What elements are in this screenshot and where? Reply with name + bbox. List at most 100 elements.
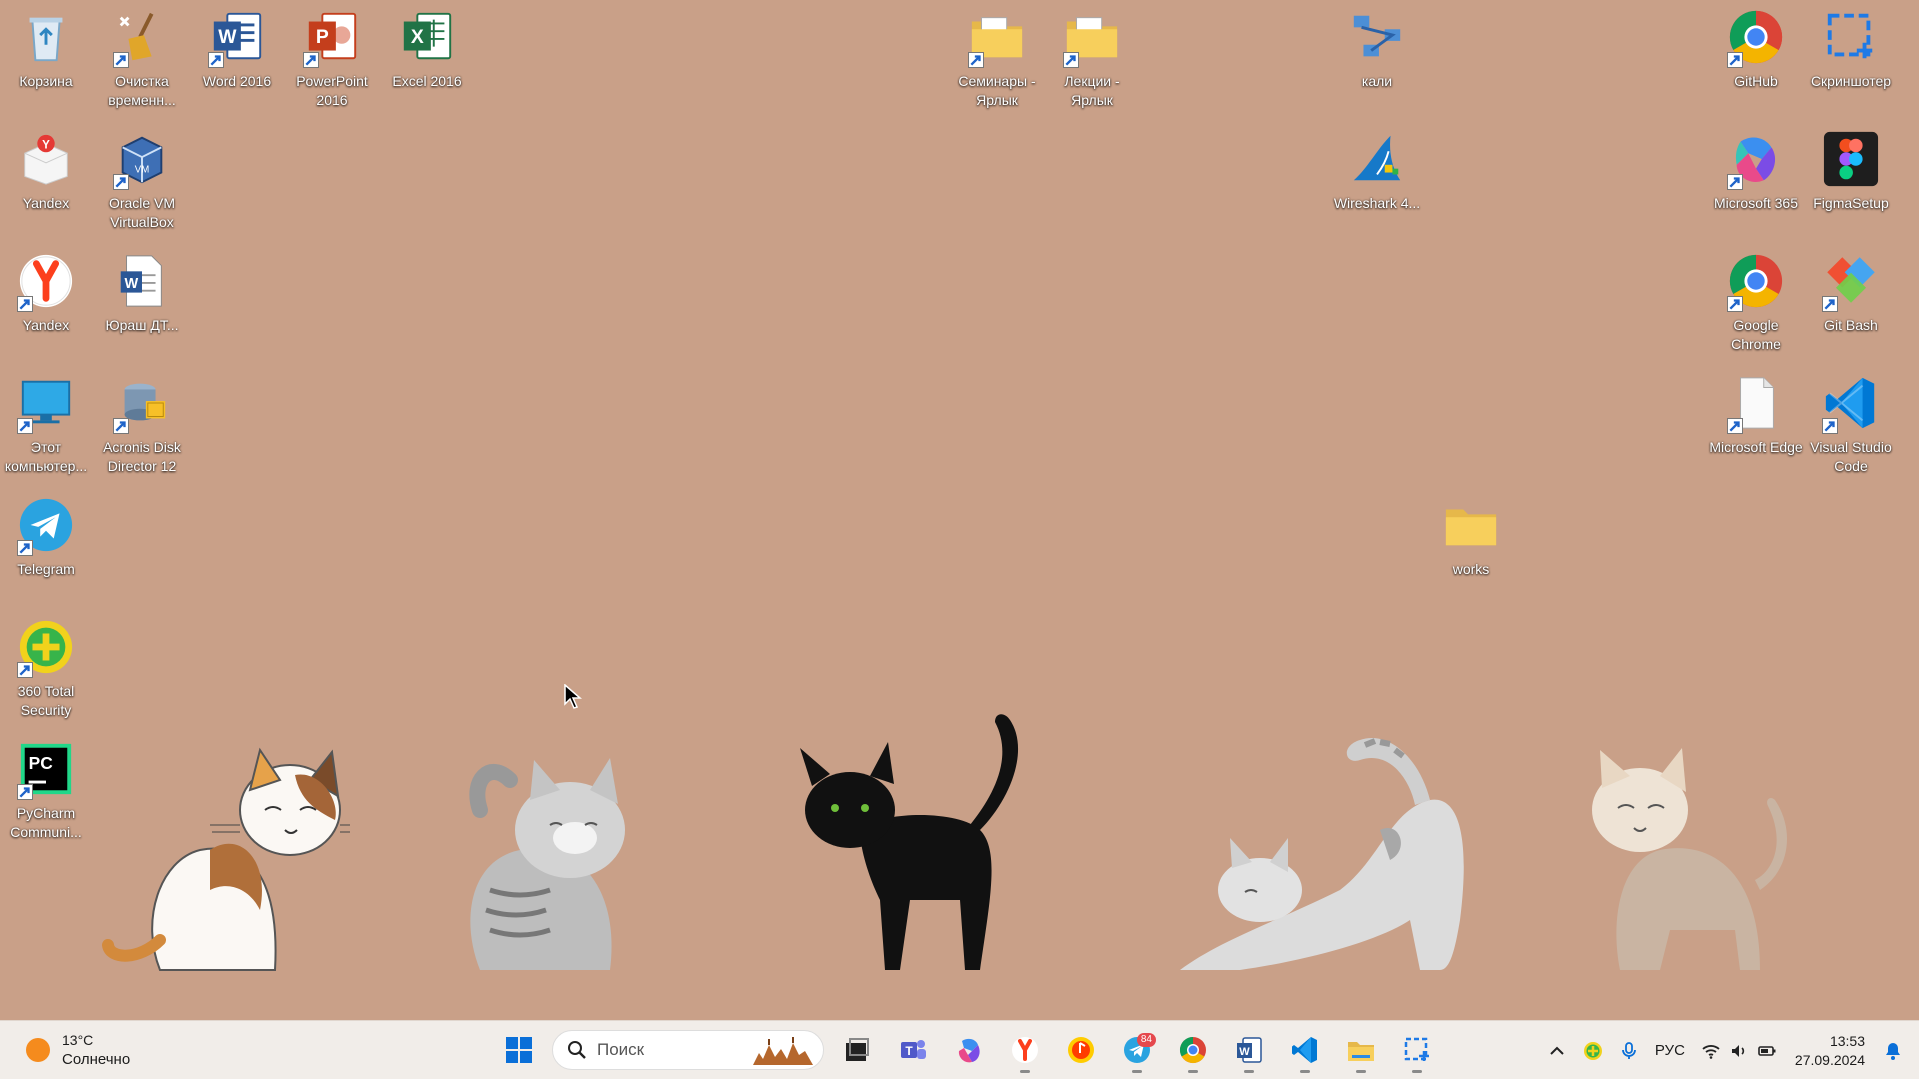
- task-view-icon: [846, 1038, 869, 1061]
- taskbar-copilot[interactable]: [946, 1029, 992, 1071]
- taskbar-yandex-music[interactable]: [1058, 1029, 1104, 1071]
- shortcut-arrow-icon: [1822, 418, 1838, 434]
- desktop-icon-excel[interactable]: X Excel 2016: [381, 6, 473, 118]
- running-indicator: [1132, 1070, 1142, 1073]
- desktop-icon-github[interactable]: GitHub: [1710, 6, 1802, 118]
- clock-date: 27.09.2024: [1794, 1051, 1865, 1068]
- taskbar-clock[interactable]: 13:53 27.09.2024: [1785, 1032, 1875, 1070]
- clock-time: 13:53: [1829, 1032, 1865, 1049]
- desktop-icon-wireshark[interactable]: Wireshark 4...: [1331, 128, 1423, 240]
- desktop-icon-label: Git Bash: [1824, 317, 1878, 333]
- search-highlight-illustration: [753, 1037, 813, 1065]
- wifi-icon: [1702, 1044, 1720, 1059]
- sun-icon: [26, 1038, 50, 1062]
- shortcut-arrow-icon: [968, 52, 984, 68]
- taskbar-yandex[interactable]: [1002, 1029, 1048, 1073]
- broom-icon: [111, 6, 173, 68]
- start-button[interactable]: [496, 1029, 542, 1071]
- running-indicator: [1300, 1070, 1310, 1073]
- shortcut-arrow-icon: [1822, 296, 1838, 312]
- system-tray: РУС 13:53 27.09.2024: [1539, 1021, 1919, 1079]
- word-icon: W: [206, 6, 268, 68]
- vscode-icon: [1292, 1037, 1317, 1063]
- svg-text:T: T: [905, 1044, 913, 1058]
- show-hidden-icons-button[interactable]: [1539, 1031, 1575, 1071]
- desktop-icon-edge[interactable]: Microsoft Edge: [1709, 372, 1803, 484]
- desktop-icon-label: Корзина: [19, 73, 73, 89]
- shortcut-arrow-icon: [1727, 418, 1743, 434]
- desktop-icon-label: Word 2016: [202, 73, 272, 89]
- desktop[interactable]: Корзина Очистка временн... W Word 2016 P…: [0, 0, 1919, 1020]
- desktop-icon-word[interactable]: W Word 2016: [191, 6, 283, 118]
- desktop-icon-virtualbox[interactable]: VM Oracle VM VirtualBox: [96, 128, 188, 240]
- acronis-icon: [111, 372, 173, 434]
- taskbar-snipping-tool[interactable]: [1394, 1029, 1440, 1073]
- desktop-icon-label: Microsoft 365: [1713, 195, 1799, 211]
- shortcut-arrow-icon: [17, 418, 33, 434]
- yandex-box-icon: Y: [15, 128, 77, 190]
- taskbar-search[interactable]: [552, 1030, 824, 1070]
- vscode-icon: [1820, 372, 1882, 434]
- weather-condition: Солнечно: [62, 1051, 131, 1068]
- tray-360-security[interactable]: [1575, 1031, 1611, 1071]
- desktop-icon-kali[interactable]: кали: [1331, 6, 1423, 118]
- shortcut-arrow-icon: [17, 662, 33, 678]
- teams-icon: T: [901, 1040, 926, 1059]
- desktop-icon-git-bash[interactable]: Git Bash: [1805, 250, 1897, 362]
- desktop-icon-yandex-browser[interactable]: Yandex: [0, 250, 92, 362]
- recycle-bin-icon: [15, 6, 77, 68]
- desktop-icon-label: Скриншотер: [1810, 73, 1892, 89]
- taskbar-task-view[interactable]: [834, 1029, 880, 1071]
- desktop-icon-label: Google Chrome: [1731, 317, 1781, 352]
- wireshark-icon: [1346, 128, 1408, 190]
- desktop-icon-works[interactable]: works: [1425, 494, 1517, 606]
- folder-icon: [966, 6, 1028, 68]
- desktop-icon-acronis[interactable]: Acronis Disk Director 12: [96, 372, 188, 484]
- desktop-icon-recycle-bin[interactable]: Корзина: [0, 6, 92, 118]
- telegram-icon: [15, 494, 77, 556]
- desktop-icon-powerpoint[interactable]: P PowerPoint 2016: [286, 6, 378, 118]
- volume-icon: [1731, 1044, 1745, 1057]
- desktop-icon-yandex-box[interactable]: Y Yandex: [0, 128, 92, 240]
- desktop-icon-figma[interactable]: FigmaSetup: [1805, 128, 1897, 240]
- folder-icon: [1061, 6, 1123, 68]
- word-doc-icon: W: [111, 250, 173, 312]
- folder-icon: [1348, 1042, 1374, 1061]
- desktop-icon-lectures[interactable]: Лекции - Ярлык: [1046, 6, 1138, 118]
- weather-widget[interactable]: 13°C Солнечно: [26, 1031, 130, 1069]
- language-indicator[interactable]: РУС: [1647, 1031, 1693, 1071]
- tray-network-sound-battery[interactable]: [1693, 1031, 1785, 1071]
- taskbar-teams[interactable]: T: [890, 1029, 936, 1071]
- calico-cat-illustration: [102, 747, 350, 971]
- desktop-icon-telegram[interactable]: Telegram: [0, 494, 92, 606]
- stretching-cat-illustration: [1180, 738, 1464, 970]
- desktop-icon-m365[interactable]: Microsoft 365: [1710, 128, 1802, 240]
- taskbar-word[interactable]: W: [1226, 1029, 1272, 1073]
- chrome-icon: [1725, 6, 1787, 68]
- desktop-icon-google-chrome[interactable]: Google Chrome: [1710, 250, 1802, 362]
- taskbar-telegram[interactable]: 84: [1114, 1029, 1160, 1073]
- chrome-icon: [1179, 1036, 1206, 1064]
- taskbar-vscode[interactable]: [1282, 1029, 1328, 1073]
- desktop-icon-seminars[interactable]: Семинары - Ярлык: [951, 6, 1043, 118]
- chevron-up-icon: [1550, 1046, 1564, 1055]
- desktop-icon-label: Visual Studio Code: [1810, 439, 1892, 474]
- grey-cat-illustration: [469, 758, 625, 970]
- tray-microphone[interactable]: [1611, 1031, 1647, 1071]
- desktop-icon-label: Yandex: [22, 317, 70, 333]
- desktop-icon-vscode[interactable]: Visual Studio Code: [1805, 372, 1897, 484]
- taskbar-file-explorer[interactable]: [1338, 1029, 1384, 1073]
- shortcut-arrow-icon: [1727, 174, 1743, 190]
- shortcut-arrow-icon: [113, 174, 129, 190]
- taskbar-chrome[interactable]: [1170, 1029, 1216, 1073]
- desktop-icon-this-pc[interactable]: Этот компьютер...: [0, 372, 92, 484]
- desktop-icon-screenshoter[interactable]: Скриншотер: [1805, 6, 1897, 118]
- monitor-icon: [15, 372, 77, 434]
- desktop-icon-cleanup[interactable]: Очистка временн...: [96, 6, 188, 118]
- desktop-icon-label: Telegram: [17, 561, 75, 577]
- desktop-icon-label: GitHub: [1734, 73, 1778, 89]
- search-input[interactable]: [597, 1040, 747, 1060]
- desktop-icon-doc[interactable]: W Юраш ДТ...: [96, 250, 188, 362]
- notifications-button[interactable]: [1875, 1031, 1919, 1071]
- figma-icon: [1820, 128, 1882, 190]
